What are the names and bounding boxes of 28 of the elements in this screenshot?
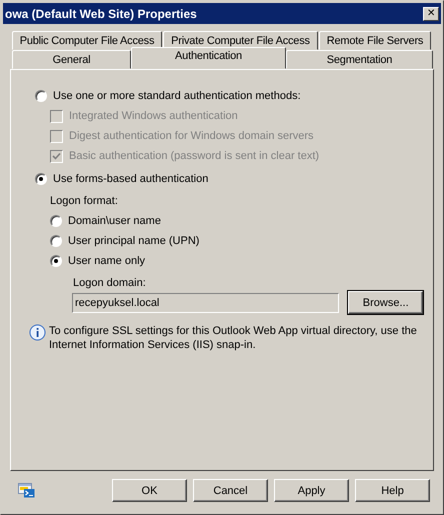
dialog-button[interactable]: Help (355, 479, 430, 502)
dialog-button[interactable]: Cancel (193, 479, 268, 502)
dialog-button[interactable]: Apply (274, 479, 349, 502)
radio-label[interactable]: User name only (68, 255, 146, 267)
radio-button[interactable] (50, 215, 62, 227)
logon-domain-field[interactable]: recepyuksel.local (72, 292, 340, 312)
radio-label[interactable]: Domain\user name (68, 215, 161, 227)
tab[interactable]: General (12, 50, 131, 69)
tab[interactable]: Authentication (131, 47, 286, 69)
info-icon (29, 324, 46, 341)
radio-label[interactable]: User principal name (UPN) (68, 235, 200, 247)
dialog-button[interactable]: OK (112, 479, 187, 502)
radio-button[interactable] (35, 173, 47, 185)
window-title: owa (Default Web Site) Properties (5, 6, 197, 20)
tab[interactable]: Remote File Servers (319, 31, 431, 50)
radio-button[interactable] (50, 235, 62, 247)
console-icon (18, 483, 35, 498)
tab[interactable]: Segmentation (286, 50, 433, 69)
browse-button[interactable]: Browse... (348, 291, 423, 314)
radio-label[interactable]: Use one or more standard authentication methods: (53, 90, 301, 102)
radio-label[interactable]: Use forms-based authentication (53, 173, 208, 185)
close-button[interactable]: ✕ (423, 6, 439, 20)
radio-button[interactable] (50, 255, 62, 267)
info-text: To configure SSL settings for this Outlook Web App virtual directory, use the Internet Information Services (IIS) snap-in. (49, 324, 418, 352)
logon-domain-label: Logon domain: (73, 277, 147, 289)
radio-button[interactable] (35, 90, 47, 102)
logon-format-label: Logon format: (50, 194, 119, 209)
tab[interactable]: Public Computer File Access (12, 31, 162, 50)
